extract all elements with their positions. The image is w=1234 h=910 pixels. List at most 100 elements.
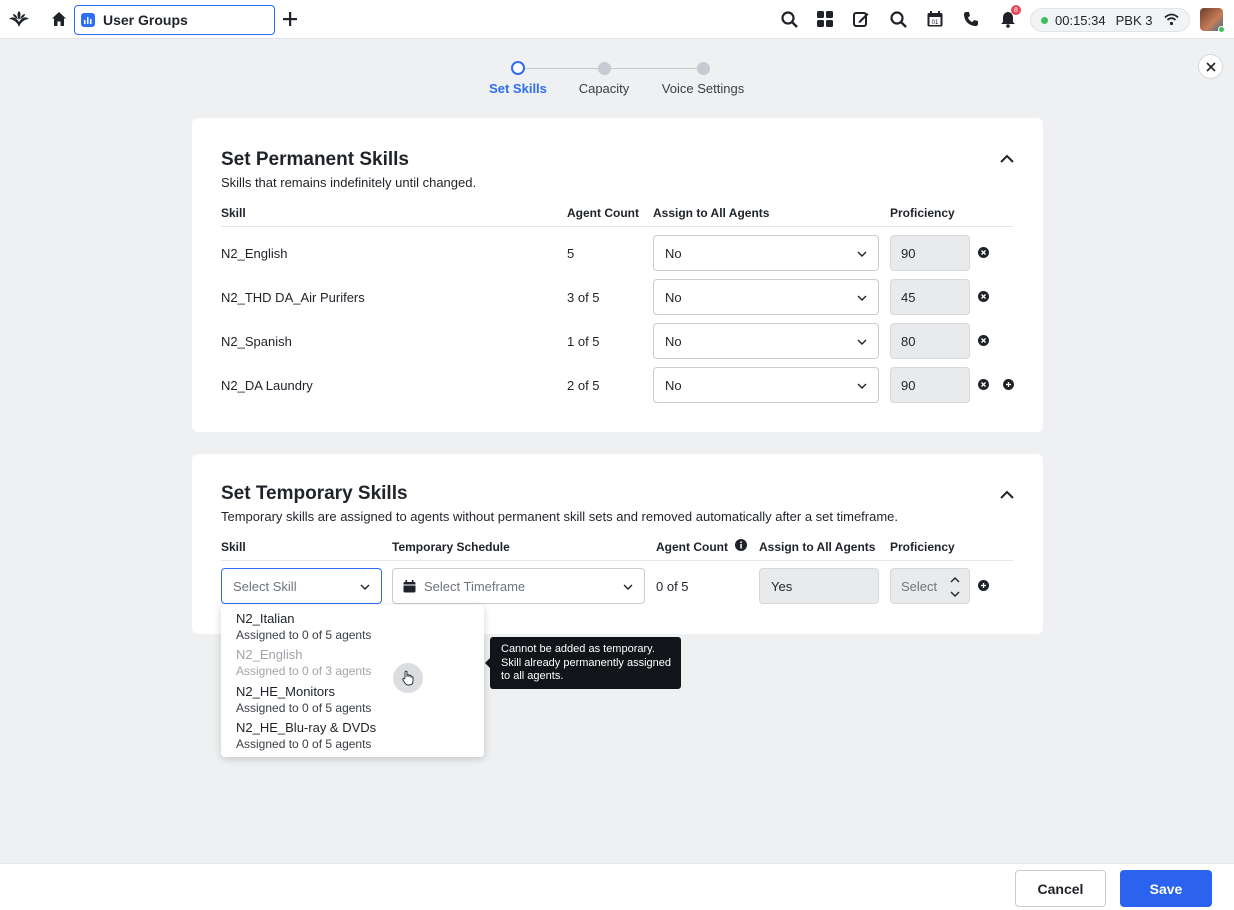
skill-name: N2_Spanish bbox=[221, 334, 292, 349]
option-subtext: Assigned to 0 of 3 agents bbox=[236, 664, 372, 678]
option-subtext: Assigned to 0 of 5 agents bbox=[236, 737, 372, 751]
avatar[interactable] bbox=[1200, 8, 1225, 33]
plus-icon[interactable] bbox=[279, 8, 301, 30]
select-skill-placeholder: Select Skill bbox=[233, 578, 297, 594]
header-divider bbox=[221, 560, 1013, 561]
option-name: N2_HE_Monitors bbox=[236, 684, 335, 699]
step-label-capacity[interactable]: Capacity bbox=[579, 81, 630, 96]
agent-count: 2 of 5 bbox=[567, 378, 600, 393]
chevron-down-icon bbox=[857, 295, 867, 301]
permanent-skills-card: Set Permanent Skills Skills that remains… bbox=[192, 118, 1043, 432]
dropdown-option-disabled: N2_English Assigned to 0 of 3 agents bbox=[236, 647, 371, 680]
stepper-line bbox=[610, 68, 703, 69]
header-skill: Skill bbox=[221, 540, 246, 554]
dropdown-option[interactable]: N2_HE_Blu-ray & DVDs Assigned to 0 of 5 … bbox=[236, 720, 376, 753]
save-button[interactable]: Save bbox=[1120, 870, 1212, 907]
tab-user-groups[interactable]: User Groups bbox=[74, 5, 275, 35]
apps-grid-icon[interactable] bbox=[814, 8, 836, 30]
compose-icon[interactable] bbox=[850, 8, 872, 30]
close-icon bbox=[1205, 61, 1216, 72]
header-temporary-schedule: Temporary Schedule bbox=[392, 540, 510, 554]
wizard-stepper: Set Skills Capacity Voice Settings bbox=[0, 60, 1234, 100]
remove-skill-icon[interactable] bbox=[978, 247, 989, 258]
assign-all-select[interactable]: No bbox=[653, 279, 879, 315]
tab-title: User Groups bbox=[103, 12, 188, 28]
assign-all-value-box: Yes bbox=[759, 568, 879, 604]
proficiency-input[interactable]: 90 bbox=[890, 235, 970, 271]
pointer-cursor-icon bbox=[393, 663, 423, 693]
proficiency-input[interactable]: 90 bbox=[890, 367, 970, 403]
remove-skill-icon[interactable] bbox=[978, 335, 989, 346]
header-assign-all: Assign to All Agents bbox=[653, 206, 770, 220]
assign-all-value: No bbox=[665, 377, 682, 393]
notification-badge: 8 bbox=[1011, 5, 1021, 15]
svg-text:01: 01 bbox=[932, 20, 939, 26]
dropdown-option[interactable]: N2_Italian Assigned to 0 of 5 agents bbox=[236, 611, 371, 644]
call-status-pill[interactable]: 00:15:34 PBK 3 bbox=[1030, 8, 1190, 32]
dropdown-option[interactable]: N2_HE_Monitors Assigned to 0 of 5 agents bbox=[236, 684, 371, 717]
assign-all-value: No bbox=[665, 245, 682, 261]
assign-all-select[interactable]: No bbox=[653, 235, 879, 271]
skill-dropdown-menu: N2_Italian Assigned to 0 of 5 agents N2_… bbox=[221, 605, 484, 757]
bell-icon[interactable]: 8 bbox=[997, 5, 1021, 30]
chevron-down-icon bbox=[857, 383, 867, 389]
calendar-icon[interactable]: 01 bbox=[924, 8, 946, 30]
proficiency-stepper[interactable]: Select bbox=[890, 568, 970, 604]
proficiency-input[interactable]: 45 bbox=[890, 279, 970, 315]
skill-name: N2_THD DA_Air Purifers bbox=[221, 290, 365, 305]
select-skill-dropdown[interactable]: Select Skill bbox=[221, 568, 382, 604]
chevron-up-icon[interactable] bbox=[998, 150, 1016, 168]
header-proficiency: Proficiency bbox=[890, 540, 955, 554]
home-icon[interactable] bbox=[48, 8, 70, 30]
chevron-down-icon bbox=[857, 251, 867, 257]
tooltip: Cannot be added as temporary. Skill alre… bbox=[485, 637, 681, 689]
chevron-down-icon bbox=[857, 339, 867, 345]
avatar-online-dot bbox=[1218, 26, 1225, 33]
skill-name: N2_DA Laundry bbox=[221, 378, 313, 393]
close-button[interactable] bbox=[1198, 54, 1223, 79]
chevron-up-icon[interactable] bbox=[998, 486, 1016, 504]
header-divider bbox=[221, 226, 1013, 227]
step-label-voice-settings[interactable]: Voice Settings bbox=[662, 81, 744, 96]
add-skill-icon[interactable] bbox=[978, 580, 989, 591]
agent-count: 5 bbox=[567, 246, 575, 261]
phone-icon[interactable] bbox=[960, 8, 982, 30]
assign-all-select[interactable]: No bbox=[653, 323, 879, 359]
search-icon[interactable] bbox=[778, 8, 800, 30]
step-dot-capacity[interactable] bbox=[598, 62, 611, 75]
proficiency-placeholder: Select bbox=[901, 578, 938, 594]
temporary-skills-subtitle: Temporary skills are assigned to agents … bbox=[221, 509, 899, 524]
permanent-skills-subtitle: Skills that remains indefinitely until c… bbox=[221, 175, 477, 190]
chevron-down-icon bbox=[623, 584, 633, 590]
stepper-line bbox=[524, 68, 604, 69]
call-timer: 00:15:34 bbox=[1055, 12, 1106, 28]
step-dot-voice-settings[interactable] bbox=[697, 62, 710, 75]
chevron-down-icon bbox=[360, 584, 370, 590]
brand-logo-icon[interactable] bbox=[8, 8, 30, 30]
search-alt-icon[interactable] bbox=[887, 8, 909, 30]
step-dot-set-skills[interactable] bbox=[511, 61, 525, 75]
header-proficiency: Proficiency bbox=[890, 206, 955, 220]
permanent-skills-title: Set Permanent Skills bbox=[221, 149, 409, 170]
cancel-button[interactable]: Cancel bbox=[1015, 870, 1106, 907]
station-label: PBK 3 bbox=[1115, 12, 1153, 28]
temporary-skills-title: Set Temporary Skills bbox=[221, 483, 408, 504]
option-subtext: Assigned to 0 of 5 agents bbox=[236, 701, 372, 715]
agent-count: 1 of 5 bbox=[567, 334, 600, 349]
proficiency-input[interactable]: 80 bbox=[890, 323, 970, 359]
assign-all-select[interactable]: No bbox=[653, 367, 879, 403]
tooltip-arrow bbox=[485, 658, 490, 668]
assign-all-value: No bbox=[665, 333, 682, 349]
add-skill-icon[interactable] bbox=[1003, 379, 1014, 390]
header-agent-count: Agent Count bbox=[567, 206, 639, 220]
tooltip-text: Cannot be added as temporary. Skill alre… bbox=[501, 643, 671, 682]
option-name: N2_HE_Blu-ray & DVDs bbox=[236, 720, 377, 735]
remove-skill-icon[interactable] bbox=[978, 379, 989, 390]
info-icon[interactable] bbox=[735, 539, 747, 551]
step-label-set-skills[interactable]: Set Skills bbox=[489, 81, 547, 96]
stepper-arrows-icon[interactable] bbox=[949, 574, 961, 600]
option-name: N2_English bbox=[236, 647, 303, 662]
header-skill: Skill bbox=[221, 206, 246, 220]
remove-skill-icon[interactable] bbox=[978, 291, 989, 302]
select-timeframe-dropdown[interactable]: Select Timeframe bbox=[392, 568, 645, 604]
